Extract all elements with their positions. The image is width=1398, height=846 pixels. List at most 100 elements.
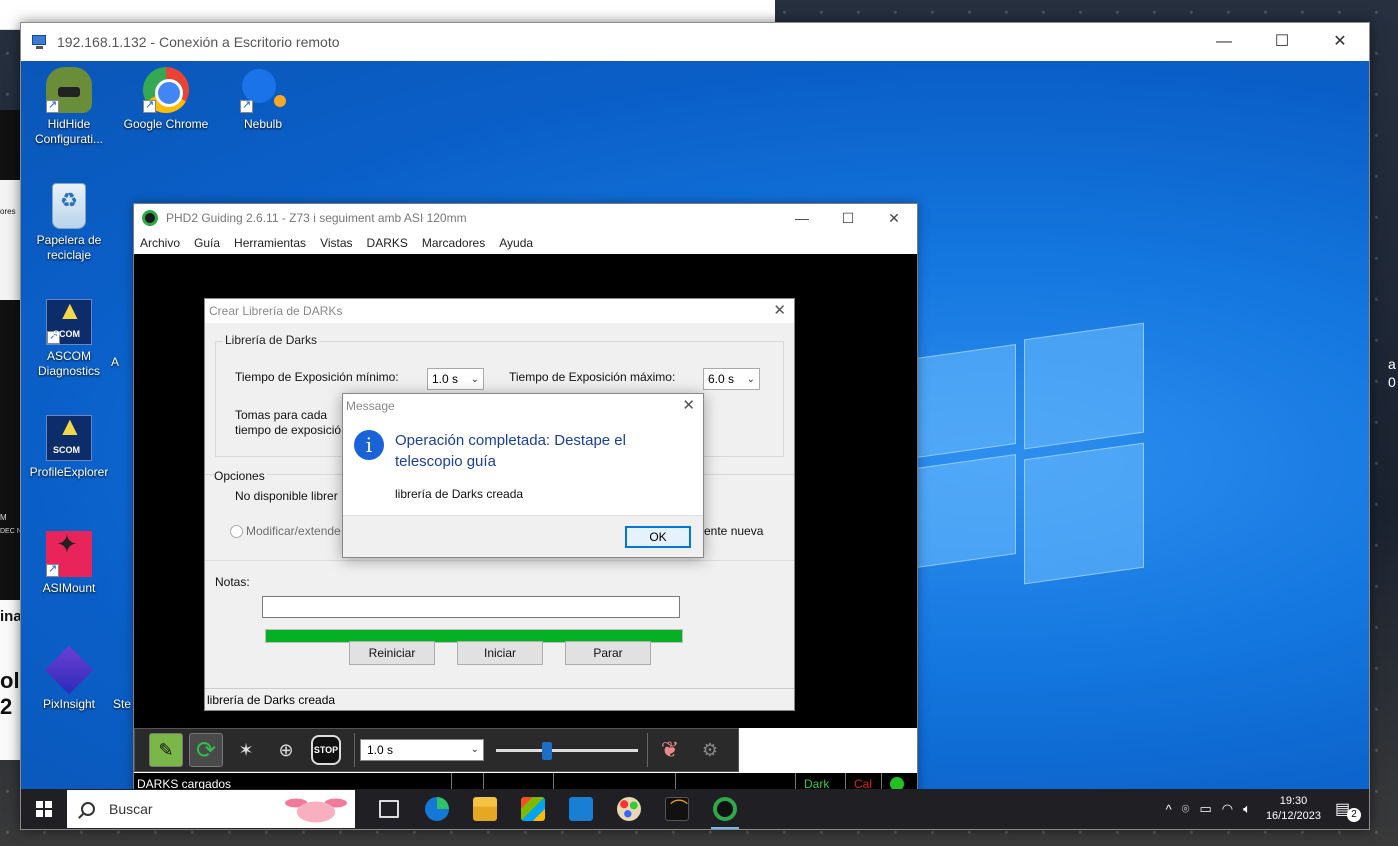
- status-cell: [676, 773, 796, 789]
- phd2-icon: [142, 210, 158, 226]
- phd2-taskbar-icon: [713, 797, 737, 821]
- taskbar-store[interactable]: [509, 789, 557, 829]
- wifi-icon[interactable]: ◠: [1222, 801, 1233, 817]
- star-icon: ✶: [238, 739, 254, 760]
- battery-icon[interactable]: ▭: [1199, 801, 1211, 817]
- taskbar-file-explorer[interactable]: [461, 789, 509, 829]
- min-exposure-select[interactable]: 1.0 s ⌄: [427, 368, 484, 390]
- desktop-icon-label: A: [110, 355, 119, 369]
- new-library-label: ente nueva: [704, 524, 764, 538]
- rdp-minimize-button[interactable]: —: [1195, 23, 1253, 61]
- slider-thumb[interactable]: [542, 742, 553, 760]
- desktop-icon-hidhide[interactable]: HidHide Configurati...: [26, 67, 112, 147]
- menu-guia[interactable]: Guía: [194, 236, 220, 250]
- task-view-icon: [379, 800, 399, 818]
- stop-button[interactable]: STOP: [309, 733, 343, 767]
- reset-button[interactable]: Reiniciar: [349, 641, 435, 665]
- exposure-duration-select[interactable]: 1.0 s ⌄: [360, 739, 484, 761]
- phd2-close-button[interactable]: ✕: [871, 204, 917, 232]
- desktop-icon-profile-explorer[interactable]: ProfileExplorer: [26, 415, 112, 480]
- status-cell: [484, 773, 554, 789]
- phd2-status-bar: DARKS cargados Dark Cal: [134, 773, 917, 789]
- loop-exposures-button[interactable]: ⟳: [189, 733, 223, 767]
- taskbar-task-view[interactable]: [365, 789, 413, 829]
- dark-library-title-bar[interactable]: Crear Librería de DARKs ✕: [205, 299, 794, 323]
- auto-select-star-button[interactable]: ✶: [229, 733, 263, 767]
- rdp-maximize-button[interactable]: ☐: [1253, 23, 1311, 61]
- desktop-icon-asimount[interactable]: ASIMount: [26, 531, 112, 596]
- desktop-icon-chrome[interactable]: Google Chrome: [123, 67, 209, 132]
- ok-button[interactable]: OK: [625, 526, 691, 548]
- message-body: librería de Darks creada: [395, 487, 524, 501]
- status-dark-indicator: Dark: [796, 773, 846, 789]
- taskbar-edge[interactable]: [413, 789, 461, 829]
- max-exposure-label: Tiempo de Exposición máximo:: [509, 370, 676, 384]
- camera-settings-button[interactable]: ⚙: [693, 733, 727, 767]
- menu-marcadores[interactable]: Marcadores: [422, 236, 485, 250]
- phd2-minimize-button[interactable]: —: [779, 204, 825, 232]
- min-exposure-value: 1.0 s: [432, 372, 459, 386]
- crosshair-icon: ⊕: [278, 739, 294, 760]
- desktop-icon-partial[interactable]: A: [105, 309, 125, 370]
- stop-capture-button[interactable]: Parar: [565, 641, 651, 665]
- menu-ayuda[interactable]: Ayuda: [499, 236, 533, 250]
- taskbar-phd2[interactable]: [701, 789, 749, 829]
- chevron-down-icon: ⌄: [470, 374, 479, 385]
- gamma-slider[interactable]: [492, 740, 642, 760]
- chevron-up-icon[interactable]: ^: [1166, 802, 1172, 817]
- taskbar-clock[interactable]: 19:30 16/12/2023: [1266, 794, 1321, 824]
- rdp-close-button[interactable]: ✕: [1311, 23, 1369, 61]
- remote-desktop-area: HidHide Configurati... Google Chrome Neb…: [21, 61, 1369, 789]
- guide-button[interactable]: ⊕: [269, 733, 303, 767]
- desktop-icon-label: PixInsight: [42, 697, 96, 711]
- status-cal-indicator: Cal: [846, 773, 882, 789]
- windows-wallpaper-logo: [916, 321, 1146, 591]
- host-fragment-text: M: [0, 513, 7, 522]
- not-available-label: No disponible librer: [235, 489, 338, 503]
- system-tray: ^ ⌾ ▭ ◠ 🔈︎ 19:30 16/12/2023 ▤ 2: [1161, 789, 1369, 829]
- notes-divider: [205, 560, 794, 561]
- taskbar-curve-app[interactable]: [653, 789, 701, 829]
- taskbar: Buscar ^ ⌾ ▭ ◠ 🔈︎ 19:30 16/12/2023 ▤ 2: [21, 789, 1369, 829]
- notifications-button[interactable]: ▤ 2: [1335, 799, 1361, 822]
- notes-input[interactable]: [262, 596, 680, 618]
- taskbar-paint[interactable]: [605, 789, 653, 829]
- phd2-maximize-button[interactable]: ☐: [825, 204, 871, 232]
- host-fragment-text: ores: [0, 207, 16, 216]
- desktop-icon-label: ProfileExplorer: [29, 465, 109, 479]
- ascom-diagnostics-icon: [46, 299, 92, 345]
- webcam-icon[interactable]: ⌾: [1182, 801, 1190, 817]
- taskbar-mail[interactable]: [557, 789, 605, 829]
- notification-count-badge: 2: [1347, 808, 1361, 822]
- slider-track: [496, 749, 638, 752]
- manage-equipment-button[interactable]: ✎: [149, 733, 183, 767]
- menu-vistas[interactable]: Vistas: [320, 236, 352, 250]
- palette-icon: [617, 797, 641, 821]
- chevron-down-icon: ⌄: [470, 744, 479, 755]
- desktop-icon-pixinsight[interactable]: PixInsight: [26, 645, 112, 712]
- remote-desktop-icon: [31, 33, 49, 51]
- menu-darks[interactable]: DARKS: [367, 236, 408, 250]
- start-button[interactable]: Iniciar: [457, 641, 543, 665]
- menu-archivo[interactable]: Archivo: [140, 236, 180, 250]
- desktop-icon-recycle-bin[interactable]: Papelera de reciclaje: [26, 183, 112, 263]
- desktop-icon-nebulb[interactable]: Nebulb: [220, 67, 306, 132]
- desktop-icon-ascom-diagnostics[interactable]: ASCOM Diagnostics: [26, 299, 112, 379]
- start-button[interactable]: [21, 789, 67, 829]
- close-icon[interactable]: ✕: [682, 394, 695, 418]
- loop-icon: ⟳: [195, 736, 217, 764]
- max-exposure-select[interactable]: 6.0 s ⌄: [703, 368, 760, 390]
- menu-herramientas[interactable]: Herramientas: [234, 236, 306, 250]
- rdp-title-bar[interactable]: 192.168.1.132 - Conexión a Escritorio re…: [21, 23, 1369, 61]
- modify-library-radio[interactable]: [230, 525, 243, 538]
- advanced-settings-button[interactable]: ❦: [653, 733, 687, 767]
- taskbar-search-box[interactable]: Buscar: [67, 790, 355, 828]
- phd2-title-bar[interactable]: PHD2 Guiding 2.6.11 - Z73 i seguiment am…: [134, 204, 917, 232]
- message-title-bar[interactable]: Message ✕: [343, 394, 703, 418]
- edge-icon: [425, 797, 449, 821]
- nebulb-icon: [240, 67, 286, 113]
- close-icon[interactable]: ✕: [773, 299, 786, 323]
- host-fragment-text: DEC N: [0, 528, 22, 535]
- volume-icon[interactable]: 🔈︎: [1243, 801, 1251, 817]
- min-exposure-label: Tiempo de Exposición mínimo:: [235, 370, 399, 384]
